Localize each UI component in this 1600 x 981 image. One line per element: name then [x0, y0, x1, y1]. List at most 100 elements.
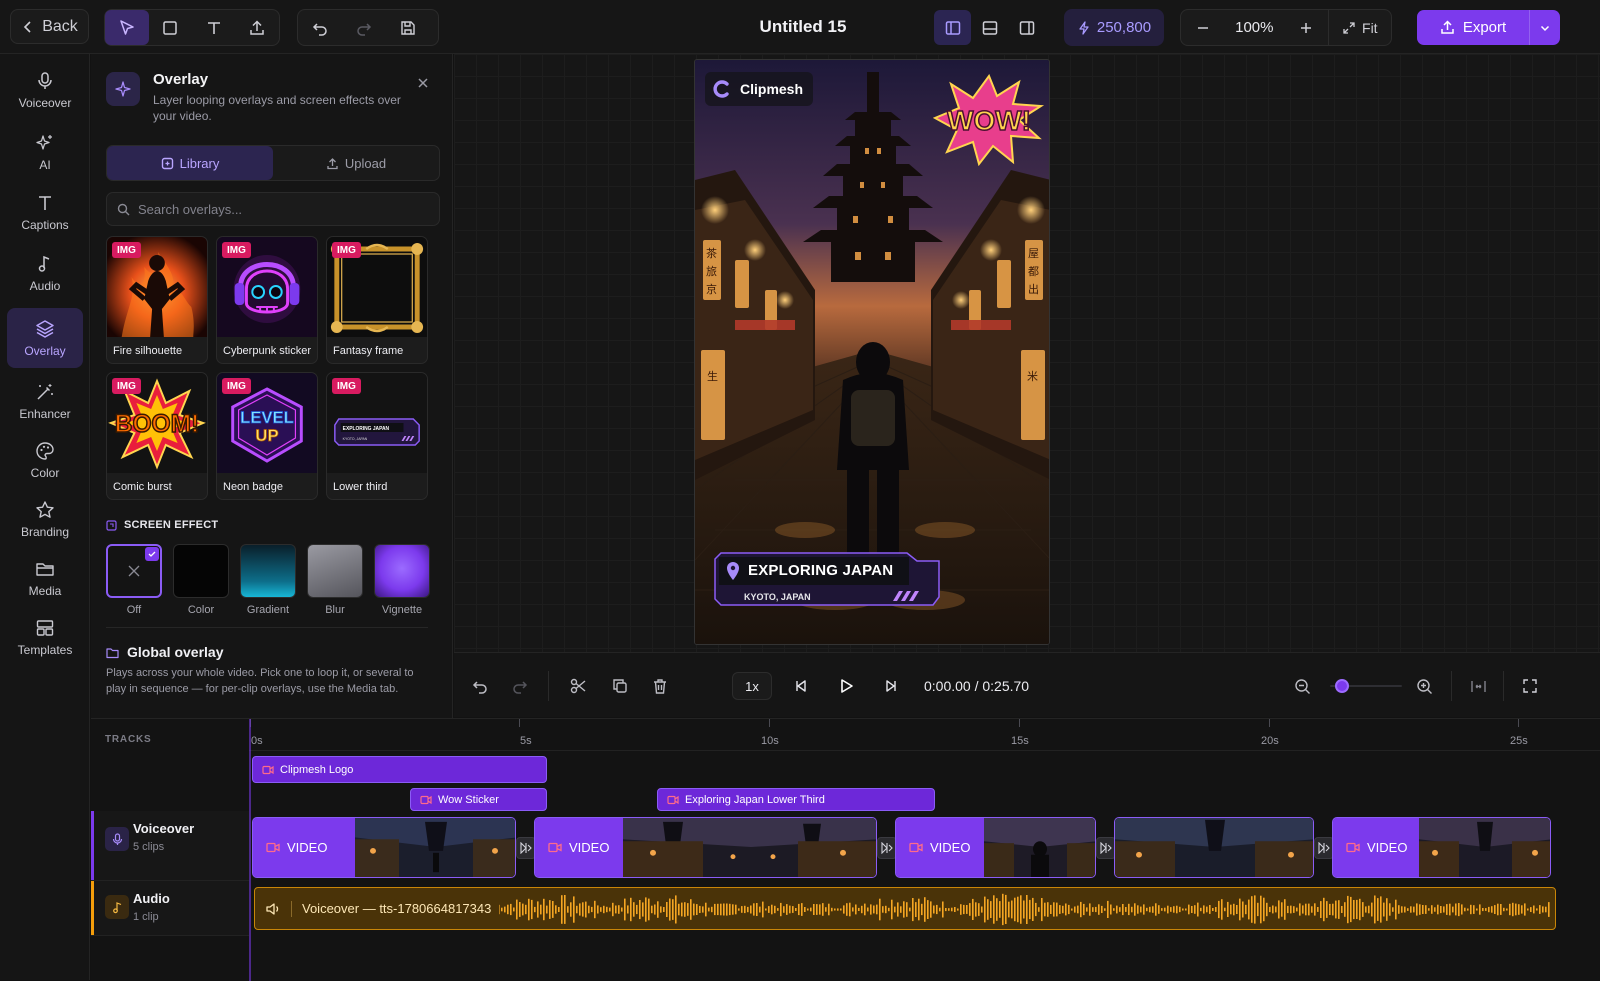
- waveform-bar: [1044, 902, 1046, 917]
- rail-item-color[interactable]: Color: [7, 430, 83, 490]
- waveform-bar: [1413, 906, 1415, 913]
- upload-tool-button[interactable]: [236, 10, 280, 45]
- search-input[interactable]: [138, 201, 418, 217]
- playback-speed-button[interactable]: 1x: [732, 672, 772, 700]
- effect-gradient[interactable]: Gradient: [240, 544, 296, 616]
- rail-item-captions[interactable]: Captions: [7, 182, 83, 242]
- fullscreen-button[interactable]: [1518, 672, 1542, 700]
- waveform-bar: [948, 908, 950, 911]
- back-button[interactable]: Back: [10, 9, 89, 44]
- zoom-in-button[interactable]: [1284, 10, 1328, 45]
- timeline-zoom-slider[interactable]: [1330, 679, 1402, 693]
- export-options-button[interactable]: [1529, 10, 1560, 45]
- timeline-zoom-in-button[interactable]: [1412, 672, 1436, 700]
- audio-track-header[interactable]: Audio 1 clip: [91, 881, 249, 936]
- video-clip[interactable]: [1114, 817, 1314, 878]
- layout-right-panel-button[interactable]: [1008, 10, 1045, 45]
- video-clip[interactable]: VIDEO: [534, 817, 877, 878]
- microphone-icon: [38, 71, 52, 89]
- tab-upload[interactable]: Upload: [273, 146, 439, 180]
- rail-item-overlay[interactable]: Overlay: [7, 308, 83, 368]
- zoom-out-button[interactable]: [1181, 10, 1225, 45]
- project-title[interactable]: Untitled 15: [700, 17, 906, 37]
- text-tool-button[interactable]: [192, 10, 236, 45]
- wow-sticker[interactable]: WOW!: [933, 74, 1045, 166]
- video-clip[interactable]: VIDEO: [1332, 817, 1551, 878]
- waveform-bar: [1356, 899, 1358, 919]
- waveform-bar: [714, 903, 716, 916]
- playhead[interactable]: [249, 719, 251, 981]
- video-clip[interactable]: VIDEO: [252, 817, 516, 878]
- preview-canvas: 茶 旅 京 屋 都 出 生 米 Clipmesh WOW! EXPLORING …: [454, 54, 1600, 652]
- transition-button[interactable]: [1314, 837, 1334, 859]
- rail-item-media[interactable]: Media: [7, 548, 83, 608]
- overlay-card[interactable]: IMG Fire silhouette: [106, 236, 208, 364]
- effect-vignette[interactable]: Vignette: [374, 544, 430, 616]
- zoom-slider-knob[interactable]: [1335, 679, 1349, 693]
- overlay-clip[interactable]: Clipmesh Logo: [252, 756, 547, 783]
- fit-timeline-button[interactable]: [1466, 672, 1490, 700]
- waveform-bar: [684, 902, 686, 917]
- waveform-bar: [1410, 906, 1412, 913]
- timeline-zoom-out-button[interactable]: [1290, 672, 1314, 700]
- rail-item-audio[interactable]: Audio: [7, 243, 83, 303]
- rectangle-tool-button[interactable]: [149, 10, 193, 45]
- effect-off[interactable]: Off: [106, 544, 162, 616]
- effect-blur[interactable]: Blur: [307, 544, 363, 616]
- layout-bottom-panel-button[interactable]: [971, 10, 1008, 45]
- waveform-bar: [879, 898, 881, 921]
- overlay-clip[interactable]: Exploring Japan Lower Third: [657, 788, 935, 811]
- overlay-card[interactable]: LEVEL UP IMG Neon badge: [216, 372, 318, 500]
- audio-clip[interactable]: Voiceover — tts-1780664817343: [254, 887, 1556, 930]
- skip-forward-button[interactable]: [878, 672, 904, 700]
- lower-third-overlay[interactable]: EXPLORING JAPAN KYOTO, JAPAN: [711, 551, 941, 607]
- layout-left-panel-button[interactable]: [934, 10, 971, 45]
- waveform-bar: [1464, 907, 1466, 912]
- timeline-redo-button[interactable]: [506, 672, 534, 700]
- export-button[interactable]: Export: [1417, 10, 1529, 45]
- overlay-card[interactable]: BOOM! IMG Comic burst: [106, 372, 208, 500]
- timeline-undo-button[interactable]: [466, 672, 494, 700]
- brand-watermark[interactable]: Clipmesh: [705, 72, 814, 106]
- overlay-clip[interactable]: Wow Sticker: [410, 788, 547, 811]
- upload-icon: [250, 19, 264, 35]
- waveform-bar: [786, 904, 788, 915]
- duplicate-clip-button[interactable]: [606, 672, 634, 700]
- overlay-card[interactable]: IMG Fantasy frame: [326, 236, 428, 364]
- tab-library[interactable]: Library: [107, 146, 273, 180]
- video-preview[interactable]: 茶 旅 京 屋 都 出 生 米 Clipmesh WOW! EXPLORING …: [694, 59, 1050, 645]
- rail-item-templates[interactable]: Templates: [7, 607, 83, 667]
- voiceover-track-header[interactable]: Voiceover 5 clips: [91, 811, 249, 881]
- effect-color[interactable]: Color: [173, 544, 229, 616]
- overlay-card[interactable]: EXPLORING JAPAN KYOTO, JAPAN IMG Lower t…: [326, 372, 428, 500]
- shop-sign-3: 京: [706, 282, 717, 296]
- rail-item-label: AI: [39, 157, 51, 172]
- transition-button[interactable]: [516, 837, 536, 859]
- video-clip[interactable]: VIDEO: [895, 817, 1096, 878]
- waveform-bar: [648, 898, 650, 921]
- select-tool-button[interactable]: [105, 10, 149, 45]
- undo-button[interactable]: [298, 10, 342, 45]
- rail-item-enhancer[interactable]: Enhancer: [7, 371, 83, 431]
- library-icon: [161, 157, 173, 169]
- save-button[interactable]: [386, 10, 430, 45]
- split-clip-button[interactable]: [564, 672, 592, 700]
- waveform-bar: [717, 903, 719, 916]
- time-ruler[interactable]: 0s 5s 10s 15s 20s 25s: [249, 719, 1600, 751]
- rail-item-ai[interactable]: AI: [7, 122, 83, 182]
- delete-clip-button[interactable]: [646, 672, 674, 700]
- transition-button[interactable]: [1096, 837, 1116, 859]
- play-button[interactable]: [832, 672, 860, 700]
- rail-item-voiceover[interactable]: Voiceover: [7, 60, 83, 120]
- waveform-bar: [963, 904, 965, 915]
- rail-item-branding[interactable]: Branding: [7, 489, 83, 549]
- fit-button[interactable]: Fit: [1327, 10, 1391, 45]
- transition-button[interactable]: [877, 837, 897, 859]
- close-panel-button[interactable]: [414, 74, 432, 92]
- video-clip-thumbnail: [984, 818, 1095, 877]
- overlay-card[interactable]: IMG Cyberpunk sticker: [216, 236, 318, 364]
- zoom-value[interactable]: 100%: [1225, 10, 1284, 45]
- skip-back-button[interactable]: [788, 672, 814, 700]
- credits-badge[interactable]: 250,800: [1064, 9, 1164, 46]
- redo-button[interactable]: [342, 10, 386, 45]
